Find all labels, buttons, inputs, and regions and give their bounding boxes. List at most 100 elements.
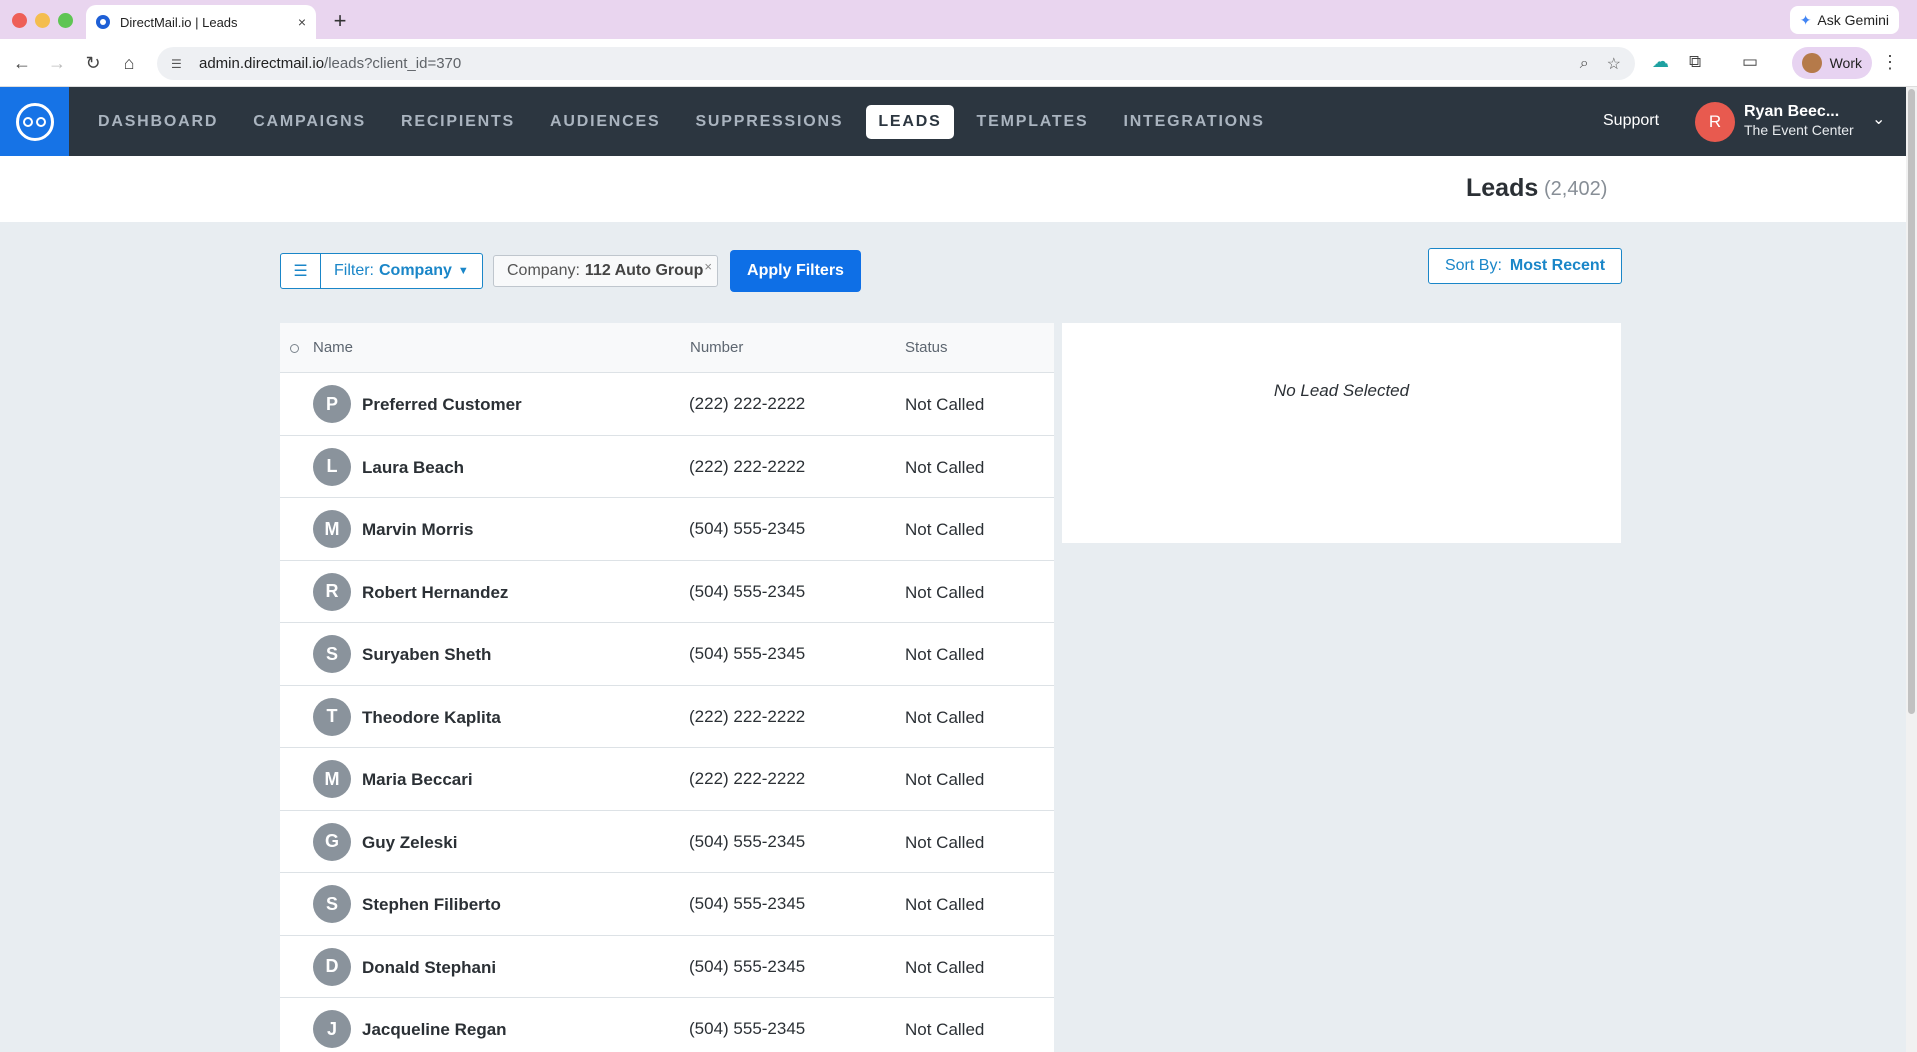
- lead-number: (504) 555-2345: [689, 644, 806, 663]
- column-header-status[interactable]: Status: [905, 339, 948, 356]
- lead-status: Not Called: [905, 1020, 985, 1039]
- leads-count: (2,402): [1544, 178, 1608, 200]
- lead-name: Marvin Morris: [362, 520, 474, 539]
- user-avatar[interactable]: R: [1695, 102, 1735, 142]
- lead-avatar: S: [313, 885, 351, 923]
- back-arrow-icon[interactable]: ←: [10, 51, 34, 75]
- profile-label: Work: [1829, 55, 1862, 71]
- filter-type-button[interactable]: Filter: Company ▼: [321, 254, 482, 288]
- app-header: DASHBOARD CAMPAIGNS RECIPIENTS AUDIENCES…: [0, 87, 1906, 156]
- new-tab-button[interactable]: +: [328, 8, 352, 34]
- lead-status: Not Called: [905, 895, 985, 914]
- filter-lines-icon[interactable]: ☰: [281, 254, 321, 288]
- nav-leads[interactable]: LEADS: [866, 104, 954, 139]
- lead-name: Jacqueline Regan: [362, 1020, 507, 1039]
- bookmark-star-icon[interactable]: ☆: [1607, 54, 1621, 74]
- window-maximize-button[interactable]: [58, 13, 73, 28]
- profile-avatar: [1802, 53, 1822, 73]
- table-row[interactable]: R Robert Hernandez (504) 555-2345 Not Calle…: [280, 561, 1054, 623]
- lead-status: Not Called: [905, 395, 985, 414]
- user-name[interactable]: Ryan Beec...: [1744, 103, 1862, 121]
- nav-campaigns[interactable]: CAMPAIGNS: [241, 105, 378, 139]
- lead-status: Not Called: [905, 770, 985, 789]
- chip-remove-icon[interactable]: ×: [704, 259, 712, 274]
- filter-dropdown[interactable]: ☰ Filter: Company ▼: [280, 253, 483, 289]
- table-row[interactable]: S Suryaben Sheth (504) 555-2345 Not Called: [280, 623, 1054, 686]
- directmail-favicon-icon: [96, 15, 110, 29]
- home-icon[interactable]: ⌂: [117, 51, 141, 75]
- table-row[interactable]: G Guy Zeleski (504) 555-2345 Not Called: [280, 811, 1054, 873]
- nav-audiences[interactable]: AUDIENCES: [538, 105, 672, 139]
- lead-number: (504) 555-2345: [689, 519, 806, 538]
- column-header-number[interactable]: Number: [690, 339, 743, 356]
- browser-tab[interactable]: DirectMail.io | Leads ×: [86, 5, 316, 39]
- lead-name: Donald Stephani: [362, 957, 497, 977]
- browser-menu-icon[interactable]: ⋮: [1881, 52, 1899, 73]
- window-close-button[interactable]: [12, 13, 27, 28]
- browser-tab-bar: DirectMail.io | Leads × + ✦ Ask Gemini: [0, 0, 1917, 39]
- company-filter-chip: Company: 112 Auto Group ×: [493, 255, 718, 287]
- table-row[interactable]: D Donald Stephani (504) 555-2345 Not Called: [280, 936, 1054, 998]
- lead-status: Not Called: [905, 457, 985, 477]
- lead-name: Laura Beach: [362, 457, 465, 477]
- site-settings-icon[interactable]: ☰: [171, 57, 187, 71]
- table-row[interactable]: L Laura Beach (222) 222-2222 Not Called: [280, 436, 1054, 498]
- column-header-name[interactable]: Name: [313, 339, 353, 356]
- lead-name: Suryaben Sheth: [362, 645, 492, 664]
- sort-value: Most Recent: [1509, 257, 1606, 274]
- table-header: Name Number Status: [280, 323, 1054, 373]
- lead-number: (504) 555-2345: [689, 956, 806, 976]
- lead-number: (222) 222-2222: [689, 706, 806, 726]
- nav-templates[interactable]: TEMPLATES: [965, 105, 1101, 139]
- window-minimize-button[interactable]: [35, 13, 50, 28]
- caret-down-icon: ▼: [457, 265, 469, 277]
- table-row[interactable]: J Jacqueline Regan (504) 555-2345 Not Calle…: [280, 998, 1054, 1052]
- nav-recipients[interactable]: RECIPIENTS: [389, 105, 527, 139]
- lead-name: Robert Hernandez: [362, 582, 509, 602]
- scrollbar-thumb[interactable]: [1908, 89, 1915, 714]
- lead-status: Not Called: [905, 707, 985, 727]
- page-scrollbar[interactable]: [1906, 87, 1917, 1052]
- lead-status: Not Called: [905, 832, 985, 852]
- apply-filters-button[interactable]: Apply Filters: [730, 250, 861, 292]
- select-all-radio[interactable]: [290, 344, 299, 353]
- lead-number: (504) 555-2345: [689, 894, 806, 913]
- table-row[interactable]: P Preferred Customer (222) 222-2222 Not Cal…: [280, 373, 1054, 436]
- table-row[interactable]: S Stephen Filiberto (504) 555-2345 Not Call…: [280, 873, 1054, 936]
- reload-icon[interactable]: ↻: [81, 51, 105, 75]
- tab-search-icon[interactable]: ▭: [1742, 52, 1758, 72]
- filter-value: Company: [379, 262, 452, 279]
- lead-name: Guy Zeleski: [362, 832, 458, 852]
- lead-avatar: L: [313, 447, 351, 486]
- lead-status: Not Called: [905, 582, 985, 602]
- directmail-logo[interactable]: [0, 87, 69, 156]
- cloud-extension-icon[interactable]: ☁: [1652, 52, 1669, 72]
- extensions-puzzle-icon[interactable]: ⧉: [1689, 52, 1701, 72]
- user-org[interactable]: The Event Center: [1744, 122, 1854, 138]
- support-link[interactable]: Support: [1603, 112, 1659, 130]
- lead-avatar: R: [313, 572, 351, 611]
- tab-close-icon[interactable]: ×: [298, 14, 306, 30]
- lead-avatar: G: [313, 822, 351, 861]
- profile-button[interactable]: Work: [1792, 47, 1872, 79]
- table-row[interactable]: T Theodore Kaplita (222) 222-2222 Not Calle…: [280, 686, 1054, 748]
- lead-avatar: T: [313, 697, 351, 736]
- chevron-down-icon[interactable]: ⌄: [1872, 109, 1885, 129]
- nav-dashboard[interactable]: DASHBOARD: [86, 105, 230, 139]
- zoom-icon[interactable]: ⌕: [1580, 55, 1589, 73]
- owl-logo-icon: [15, 102, 54, 141]
- lead-number: (504) 555-2345: [689, 831, 806, 851]
- url-text[interactable]: admin.directmail.io/leads?client_id=370: [199, 55, 1562, 72]
- forward-arrow-icon[interactable]: →: [45, 51, 69, 75]
- lead-detail-panel: No Lead Selected: [1062, 323, 1621, 543]
- lead-avatar: D: [313, 947, 351, 986]
- address-bar[interactable]: ☰ admin.directmail.io/leads?client_id=37…: [157, 47, 1635, 80]
- filter-prefix: Filter:: [334, 262, 374, 279]
- sort-by-button[interactable]: Sort By: Most Recent: [1428, 248, 1622, 284]
- url-path: /leads?client_id=370: [324, 55, 462, 72]
- table-row[interactable]: M Marvin Morris (504) 555-2345 Not Called: [280, 498, 1054, 561]
- nav-integrations[interactable]: INTEGRATIONS: [1111, 105, 1276, 139]
- table-row[interactable]: M Maria Beccari (222) 222-2222 Not Called: [280, 748, 1054, 811]
- ask-gemini-button[interactable]: ✦ Ask Gemini: [1789, 6, 1899, 34]
- nav-suppressions[interactable]: SUPPRESSIONS: [683, 105, 855, 139]
